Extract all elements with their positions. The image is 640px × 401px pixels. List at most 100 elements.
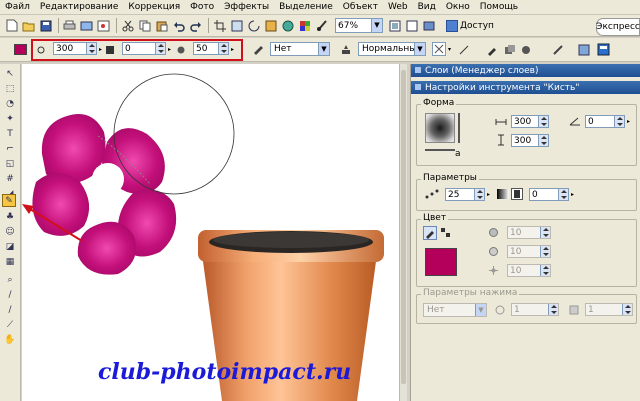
resize-icon[interactable] — [229, 18, 244, 33]
blend-mode-dropdown[interactable]: Нормальный ▼ — [358, 42, 426, 56]
cut-icon[interactable] — [120, 18, 135, 33]
settings-panel-icon[interactable] — [597, 43, 610, 56]
shape-height-field[interactable]: 300 — [511, 134, 549, 147]
brush-shape-preview[interactable] — [425, 113, 455, 143]
crop-icon[interactable] — [212, 18, 227, 33]
retouch-tool-icon[interactable]: ☺ — [3, 225, 17, 238]
pressure-opacity-icon — [569, 305, 579, 315]
line-tool-icon[interactable]: ∕ — [3, 303, 17, 316]
fade-toggle-icon[interactable] — [511, 188, 523, 200]
spacing-field[interactable]: 25 — [445, 188, 485, 201]
hand-tool-icon[interactable]: ✋ — [3, 333, 17, 346]
preset-brush-icon[interactable] — [252, 44, 264, 56]
fade-field[interactable]: 0 — [529, 188, 569, 201]
save-icon[interactable] — [38, 18, 53, 33]
selection-tool-icon[interactable]: ⬚ — [3, 82, 17, 95]
redo-icon[interactable] — [188, 18, 203, 33]
layers-panel-header[interactable]: Слои (Менеджер слоев) — [411, 64, 640, 77]
actual-size-icon[interactable] — [404, 18, 419, 33]
path-tool-icon[interactable]: / — [3, 288, 17, 301]
shape-tool-icon[interactable]: ⟋ — [3, 318, 17, 331]
color-mode-fixed-button[interactable] — [423, 226, 437, 240]
enhance-icon[interactable] — [263, 18, 278, 33]
chevron-right-icon[interactable]: ▸ — [231, 46, 234, 53]
paste-icon[interactable] — [154, 18, 169, 33]
transparency-field[interactable]: 0 — [122, 42, 166, 55]
shape-horizontal-slider[interactable] — [425, 149, 455, 151]
chevron-down-icon[interactable]: ▾ — [448, 46, 451, 53]
color-variation-field-3[interactable]: 10 — [507, 264, 551, 277]
menu-edit[interactable]: Редактирование — [35, 2, 124, 12]
express-tab[interactable]: Экспресс — [596, 18, 640, 36]
color-swatch-large[interactable] — [425, 248, 457, 276]
chevron-right-icon[interactable]: ▸ — [571, 191, 574, 198]
print-icon[interactable] — [62, 18, 77, 33]
color-icon[interactable] — [297, 18, 312, 33]
access-button[interactable]: Доступ — [446, 18, 494, 33]
transform-tool-icon[interactable]: ◱ — [3, 157, 17, 170]
pick-tool-icon[interactable]: ↖ — [3, 67, 17, 80]
copy-icon[interactable] — [137, 18, 152, 33]
preset-dropdown[interactable]: Нет ▼ — [270, 42, 330, 56]
color-variation-field-1[interactable]: 10 — [507, 226, 551, 239]
brush-color-swatch[interactable] — [14, 44, 27, 55]
dropper-icon[interactable] — [486, 44, 498, 56]
color-mode-random-icon[interactable] — [440, 227, 452, 239]
color-variation-field-2[interactable]: 10 — [507, 245, 551, 258]
shape-vertical-slider[interactable] — [458, 113, 460, 143]
text-tool-icon[interactable]: T — [3, 127, 17, 140]
canvas-scrollbar[interactable] — [399, 64, 407, 401]
zoom-tool-icon[interactable]: ⌕ — [3, 273, 17, 286]
menu-object[interactable]: Объект — [338, 2, 383, 12]
fill-tool-icon[interactable]: ▦ — [3, 255, 17, 268]
grid-tool-icon[interactable]: # — [3, 172, 17, 185]
shape-width-value: 300 — [514, 116, 532, 127]
image-canvas[interactable]: club-photoimpact.ru — [22, 64, 399, 401]
soft-edge-field[interactable]: 50 — [193, 42, 229, 55]
layers-panel-icon[interactable] — [578, 44, 590, 56]
eraser-tool-icon[interactable]: ◪ — [3, 240, 17, 253]
menu-help[interactable]: Помощь — [475, 2, 523, 12]
crop-tool-icon[interactable]: ⌐ — [3, 142, 17, 155]
chevron-right-icon[interactable]: ▸ — [487, 191, 490, 198]
lasso-tool-icon[interactable]: ◔ — [3, 97, 17, 110]
rotate-icon[interactable] — [246, 18, 261, 33]
tool-settings-header[interactable]: Настройки инструмента "Кисть" — [411, 81, 640, 94]
scan-icon[interactable] — [79, 18, 94, 33]
mask-icon[interactable] — [520, 44, 532, 56]
magic-wand-icon[interactable]: ✦ — [3, 112, 17, 125]
brush-tool-icon[interactable] — [314, 18, 329, 33]
pressure-preset-dropdown[interactable]: Нет ▼ — [423, 303, 487, 317]
clone-tool-icon[interactable]: ♣ — [3, 210, 17, 223]
fit-window-icon[interactable] — [387, 18, 402, 33]
pressure-field-2[interactable]: 1 — [585, 303, 633, 316]
menu-effects[interactable]: Эффекты — [219, 2, 274, 12]
menu-adjust[interactable]: Коррекция — [123, 2, 185, 12]
erase-mode-button[interactable] — [432, 42, 446, 56]
zoom-dropdown[interactable]: 67% ▼ — [335, 18, 383, 33]
shape-width-field[interactable]: 300 — [511, 115, 549, 128]
brush-options-icon[interactable] — [552, 44, 564, 56]
full-screen-icon[interactable] — [421, 18, 436, 33]
menu-selection[interactable]: Выделение — [274, 2, 338, 12]
layers-brush-icon[interactable] — [504, 44, 516, 56]
chevron-right-icon[interactable]: ▸ — [168, 46, 171, 53]
pressure-field-1[interactable]: 1 — [511, 303, 559, 316]
paintbrush-tool-icon[interactable]: ✎ — [2, 194, 16, 207]
menu-view[interactable]: Вид — [413, 2, 441, 12]
preview-icon[interactable] — [96, 18, 111, 33]
scrollbar-thumb[interactable] — [401, 70, 406, 384]
new-file-icon[interactable] — [4, 18, 19, 33]
line-style-icon[interactable] — [459, 45, 469, 55]
menu-photo[interactable]: Фото — [185, 2, 219, 12]
chevron-right-icon[interactable]: ▸ — [99, 46, 102, 53]
brush-size-field[interactable]: 300 — [53, 42, 97, 55]
menu-window[interactable]: Окно — [441, 2, 475, 12]
undo-icon[interactable] — [171, 18, 186, 33]
filter-icon[interactable] — [280, 18, 295, 33]
open-folder-icon[interactable] — [21, 18, 36, 33]
menu-file[interactable]: Файл — [0, 2, 35, 12]
menu-web[interactable]: Web — [383, 2, 413, 12]
chevron-right-icon[interactable]: ▸ — [627, 118, 630, 125]
shape-angle-field[interactable]: 0 — [585, 115, 625, 128]
